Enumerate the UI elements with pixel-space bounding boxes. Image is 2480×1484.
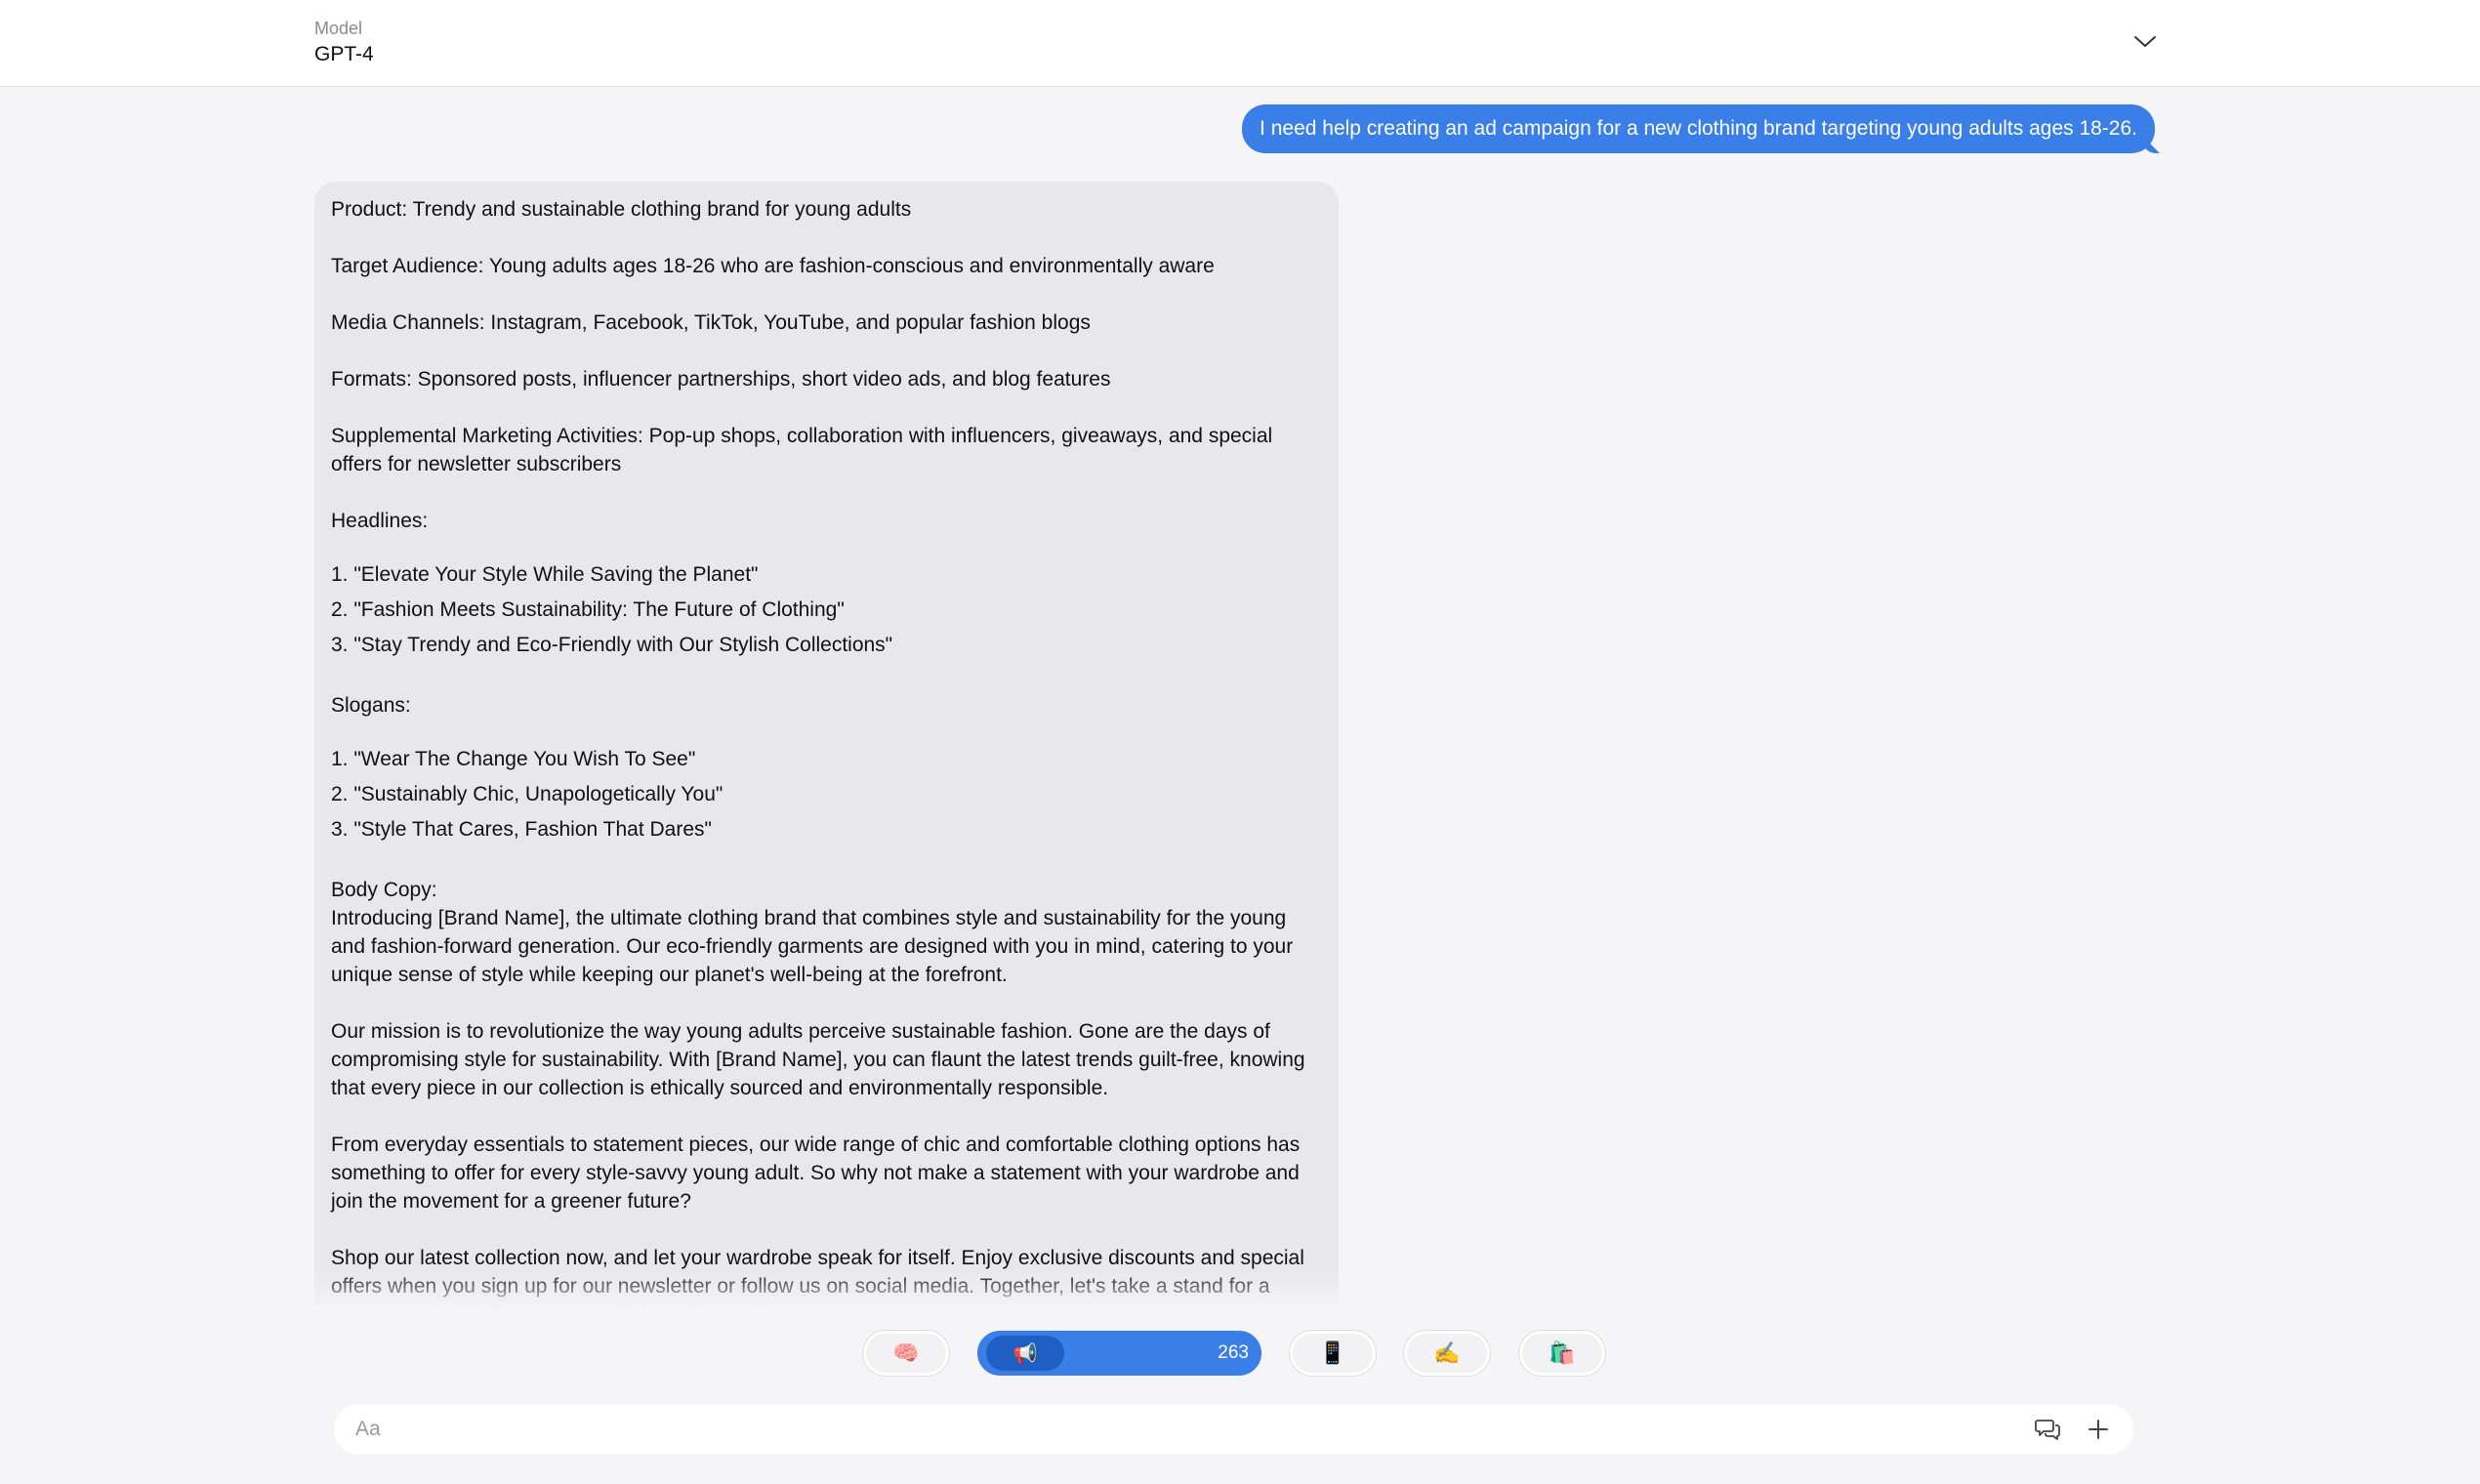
user-message-bubble: I need help creating an ad campaign for … bbox=[1242, 104, 2155, 153]
plus-icon[interactable] bbox=[2085, 1416, 2112, 1443]
formats-line: Formats: Sponsored posts, influencer par… bbox=[331, 368, 1111, 391]
list-item: 2. "Sustainably Chic, Unapologetically Y… bbox=[331, 783, 723, 805]
chip-phone[interactable]: 📱 bbox=[1290, 1331, 1376, 1376]
writing-hand-icon: ✍️ bbox=[1433, 1340, 1461, 1365]
audience-line: Target Audience: Young adults ages 18-26… bbox=[331, 255, 1215, 277]
headlines-list: 1. "Elevate Your Style While Saving the … bbox=[331, 557, 1322, 663]
header: Model GPT-4 bbox=[0, 0, 2480, 87]
body-copy-title: Body Copy: bbox=[331, 879, 437, 901]
prompt-chip-row: 🧠 📢 263 📱 ✍️ 🛍️ bbox=[0, 1331, 2480, 1376]
body-paragraph: Introducing [Brand Name], the ultimate c… bbox=[331, 907, 1294, 986]
slogans-list: 1. "Wear The Change You Wish To See" 2. … bbox=[331, 742, 1322, 847]
message-input[interactable] bbox=[355, 1404, 1957, 1455]
message-input-bar bbox=[334, 1404, 2133, 1455]
list-item: 1. "Elevate Your Style While Saving the … bbox=[331, 563, 759, 586]
channels-line: Media Channels: Instagram, Facebook, Tik… bbox=[331, 311, 1091, 334]
chat-bubbles-icon[interactable] bbox=[2034, 1416, 2061, 1443]
model-label: Model bbox=[314, 19, 363, 38]
list-item: 3. "Stay Trendy and Eco-Friendly with Ou… bbox=[331, 634, 893, 656]
body-paragraph: Our mission is to revolutionize the way … bbox=[331, 1020, 1305, 1099]
megaphone-icon: 📢 bbox=[986, 1336, 1064, 1371]
chip-shopping[interactable]: 🛍️ bbox=[1519, 1331, 1605, 1376]
supplemental-line: Supplemental Marketing Activities: Pop-u… bbox=[331, 425, 1273, 475]
list-item: 3. "Style That Cares, Fashion That Dares… bbox=[331, 818, 712, 841]
scroll-fade bbox=[314, 1269, 1339, 1308]
chip-megaphone[interactable]: 📢 263 bbox=[977, 1331, 1261, 1376]
shopping-bags-icon: 🛍️ bbox=[1549, 1340, 1576, 1365]
body-paragraph: From everyday essentials to statement pi… bbox=[331, 1134, 1301, 1213]
product-line: Product: Trendy and sustainable clothing… bbox=[331, 198, 912, 221]
phone-icon: 📱 bbox=[1319, 1340, 1346, 1365]
headlines-title: Headlines: bbox=[331, 510, 429, 532]
assistant-message-bubble: Product: Trendy and sustainable clothing… bbox=[314, 182, 1339, 1306]
list-item: 2. "Fashion Meets Sustainability: The Fu… bbox=[331, 598, 845, 621]
model-selector-value[interactable]: GPT-4 bbox=[314, 43, 374, 66]
slogans-title: Slogans: bbox=[331, 694, 411, 717]
brain-icon: 🧠 bbox=[892, 1340, 920, 1365]
chip-writing[interactable]: ✍️ bbox=[1404, 1331, 1490, 1376]
list-item: 1. "Wear The Change You Wish To See" bbox=[331, 748, 696, 770]
chip-count: 263 bbox=[1218, 1342, 1249, 1363]
chevron-down-icon[interactable] bbox=[2129, 25, 2162, 59]
chip-brain[interactable]: 🧠 bbox=[863, 1331, 949, 1376]
